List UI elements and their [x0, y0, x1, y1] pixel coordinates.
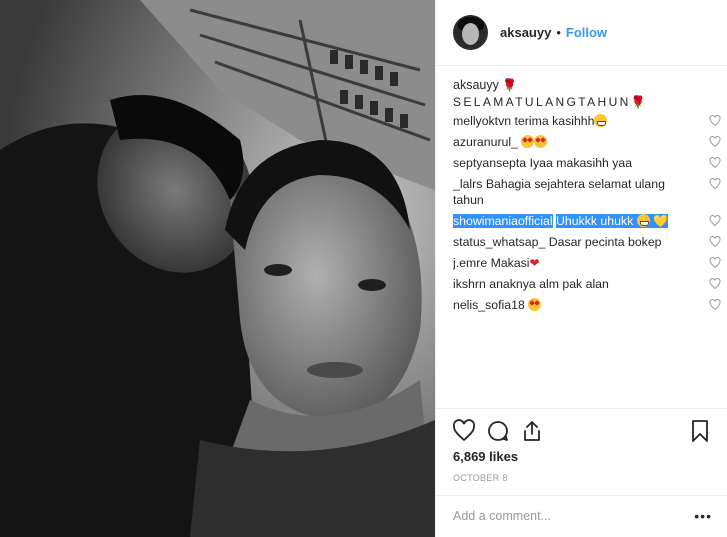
photo-image — [0, 0, 435, 537]
post-photo[interactable] — [0, 0, 435, 537]
comment-username[interactable]: ikshrn — [453, 277, 486, 291]
header-username[interactable]: aksauyy — [500, 25, 551, 40]
comment-item: j.emre Makasi❤ — [453, 255, 721, 271]
caption-username[interactable]: aksauyy — [453, 78, 499, 92]
heart-eyes-emoji — [521, 135, 535, 148]
separator-dot: • — [556, 25, 561, 40]
comment-text: Dasar pecinta bokep — [548, 235, 662, 249]
heart-eyes-emoji — [534, 135, 548, 148]
comment-item: showimaniaofficial Uhukkk uhukk 💛 — [453, 213, 721, 229]
post-date: OCTOBER 8 — [453, 473, 508, 483]
comment-text: anaknya alm pak alan — [489, 277, 609, 291]
like-comment-heart-icon[interactable] — [709, 115, 721, 127]
comment-username[interactable]: mellyoktvn — [453, 114, 511, 128]
caption: aksauyy 🌹 SELAMATULANGTAHUN🌹 — [453, 77, 721, 111]
comment-username[interactable]: status_whatsap_ — [453, 235, 545, 249]
heart-outline-icon[interactable] — [452, 419, 476, 443]
comment-username[interactable]: j.emre — [453, 256, 487, 270]
comment-text: Iyaa makasihh yaa — [529, 156, 633, 170]
rose-icon: 🌹 — [630, 95, 646, 109]
like-comment-heart-icon[interactable] — [709, 157, 721, 169]
caption-text: SELAMATULANGTAHUN — [453, 95, 631, 109]
like-comment-heart-icon[interactable] — [709, 278, 721, 290]
comment-item: _lalrs Bahagia sejahtera selamat ulang t… — [453, 176, 721, 208]
comment-item: status_whatsap_ Dasar pecinta bokep — [453, 234, 721, 250]
like-comment-heart-icon[interactable] — [709, 215, 721, 227]
comment-bubble-icon[interactable] — [486, 419, 510, 443]
comment-text: Makasi — [490, 256, 530, 270]
grin-emoji — [594, 114, 608, 127]
comment-item: azuranurul_ — [453, 134, 721, 150]
like-comment-heart-icon[interactable] — [709, 236, 721, 248]
comment-text: Uhukkk uhukk — [556, 214, 634, 228]
yellow-heart-icon: 💛 — [653, 214, 669, 228]
red-heart-icon: ❤ — [529, 256, 540, 270]
comment-item: mellyoktvn terima kasihhh — [453, 113, 721, 129]
comment-text: Bahagia sejahtera selamat ulang tahun — [453, 177, 665, 207]
comment-item: ikshrn anaknya alm pak alan — [453, 276, 721, 292]
comment-text: terima kasihhh — [514, 114, 595, 128]
post-header: aksauyy • Follow — [436, 0, 727, 66]
comment-input[interactable] — [453, 506, 683, 526]
comment-list[interactable]: aksauyy 🌹 SELAMATULANGTAHUN🌹 mellyoktvn … — [453, 77, 721, 402]
likes-count[interactable]: 6,869 likes — [453, 449, 518, 464]
avatar[interactable] — [453, 15, 488, 50]
rose-icon: 🌹 — [502, 78, 518, 92]
comment-username[interactable]: septyansepta — [453, 156, 526, 170]
like-comment-heart-icon[interactable] — [709, 136, 721, 148]
comment-item: septyansepta Iyaa makasihh yaa — [453, 155, 721, 171]
post-actions: 6,869 likes OCTOBER 8 ••• — [436, 408, 727, 528]
comment-username[interactable]: showimaniaofficial — [453, 214, 553, 228]
grin-emoji — [636, 214, 650, 227]
more-options-button[interactable]: ••• — [694, 508, 712, 524]
comment-username[interactable]: azuranurul_ — [453, 135, 518, 149]
heart-eyes-emoji — [528, 298, 542, 311]
bookmark-icon[interactable] — [688, 419, 712, 443]
like-comment-heart-icon[interactable] — [709, 257, 721, 269]
comment-username[interactable]: _lalrs — [453, 177, 482, 191]
post-side-panel: aksauyy • Follow aksauyy 🌹 SELAMATULANGT… — [435, 0, 727, 537]
follow-button[interactable]: Follow — [566, 25, 607, 40]
share-icon[interactable] — [520, 419, 544, 443]
comment-username[interactable]: nelis_sofia18 — [453, 298, 525, 312]
like-comment-heart-icon[interactable] — [709, 178, 721, 190]
like-comment-heart-icon[interactable] — [709, 299, 721, 311]
add-comment-bar: ••• — [436, 495, 727, 537]
comment-item: nelis_sofia18 — [453, 297, 721, 313]
